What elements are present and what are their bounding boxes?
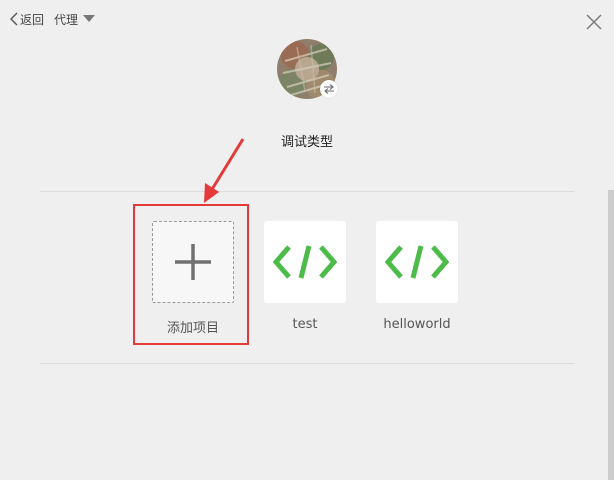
divider xyxy=(40,191,574,192)
caret-down-icon xyxy=(83,15,96,22)
proxy-dropdown[interactable]: 代理 xyxy=(54,10,96,28)
annotation-highlight-box xyxy=(133,204,249,345)
back-label: 返回 xyxy=(20,12,45,27)
code-icon xyxy=(385,245,449,279)
divider xyxy=(40,363,574,364)
project-icon-box[interactable] xyxy=(376,221,458,303)
proxy-label: 代理 xyxy=(54,12,79,27)
project-label: helloworld xyxy=(383,317,451,332)
chevron-left-icon xyxy=(10,12,18,26)
close-button[interactable] xyxy=(585,13,603,31)
project-label: test xyxy=(292,317,318,332)
annotation-arrow-icon xyxy=(204,138,245,203)
scrollbar[interactable] xyxy=(608,190,614,480)
switch-avatar-button[interactable] xyxy=(320,80,338,98)
back-button[interactable]: 返回 xyxy=(9,10,44,28)
project-tile-test[interactable]: test xyxy=(255,221,355,332)
swap-icon xyxy=(324,84,334,94)
debug-type-title: 调试类型 xyxy=(280,135,333,150)
project-tile-helloworld[interactable]: helloworld xyxy=(367,221,467,332)
project-icon-box[interactable] xyxy=(264,221,346,303)
code-icon xyxy=(273,245,337,279)
close-icon xyxy=(586,14,602,30)
